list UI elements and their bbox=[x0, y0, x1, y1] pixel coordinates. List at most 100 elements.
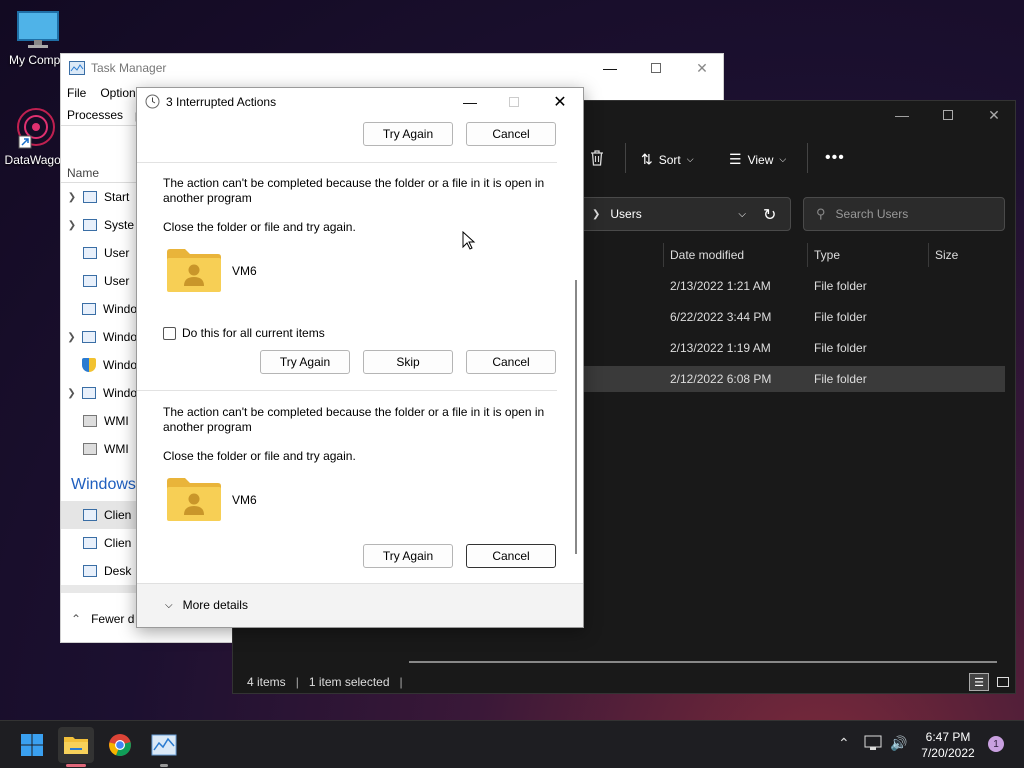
process-row[interactable]: Clien bbox=[61, 501, 137, 529]
scrollbar-thumb[interactable] bbox=[575, 280, 577, 554]
user-folder-icon bbox=[167, 249, 221, 292]
more-options-icon[interactable]: ••• bbox=[825, 149, 845, 167]
address-bar[interactable]: ) ❯ Users ⌵ bbox=[573, 197, 791, 231]
process-row[interactable]: ❯ Windo bbox=[61, 379, 137, 407]
process-row[interactable]: ❯ Windo bbox=[61, 323, 137, 351]
process-name: Windo bbox=[102, 302, 137, 316]
menu-options[interactable]: Option bbox=[100, 86, 135, 100]
chevron-up-icon[interactable]: ⌃ bbox=[838, 735, 850, 752]
process-row[interactable]: Clien bbox=[61, 529, 137, 557]
process-row[interactable]: User bbox=[61, 267, 137, 295]
column-header-size[interactable]: Size bbox=[928, 243, 1006, 267]
maximize-button[interactable] bbox=[925, 101, 971, 129]
file-date: 6/22/2022 3:44 PM bbox=[670, 310, 772, 324]
cancel-button[interactable]: Cancel bbox=[466, 350, 556, 374]
file-type: File folder bbox=[814, 341, 867, 355]
process-row[interactable]: Desk bbox=[61, 557, 137, 585]
cancel-button[interactable]: Cancel bbox=[466, 122, 556, 146]
clock[interactable]: 6:47 PM 7/20/2022 bbox=[916, 729, 980, 761]
minimize-button[interactable]: — bbox=[587, 54, 633, 82]
notification-badge[interactable]: 1 bbox=[988, 736, 1004, 752]
process-row[interactable]: ❯ Syste bbox=[61, 211, 137, 239]
minimize-icon: — bbox=[895, 107, 909, 123]
volume-icon[interactable]: 🔊 bbox=[890, 735, 907, 752]
try-again-button[interactable]: Try Again bbox=[363, 544, 453, 568]
column-header-name[interactable]: Name bbox=[67, 166, 99, 180]
delete-button[interactable] bbox=[589, 149, 605, 170]
close-button[interactable]: ✕ bbox=[679, 54, 725, 82]
process-row[interactable]: WMI bbox=[61, 435, 137, 463]
address-segment-users[interactable]: Users bbox=[610, 207, 641, 221]
chrome-icon bbox=[109, 734, 131, 757]
process-row[interactable]: ❯ Start bbox=[61, 183, 137, 211]
process-row[interactable]: Windo bbox=[61, 351, 137, 379]
file-explorer-taskbar-button[interactable] bbox=[58, 727, 94, 767]
more-details-toggle[interactable]: ⌵ More details bbox=[165, 598, 248, 612]
tab-processes[interactable]: Processes bbox=[67, 108, 123, 122]
minimize-button[interactable]: — bbox=[879, 101, 925, 129]
process-row[interactable]: User bbox=[61, 239, 137, 267]
apply-to-all-checkbox[interactable]: Do this for all current items bbox=[163, 326, 325, 340]
error-message: The action can't be completed because th… bbox=[163, 176, 545, 205]
file-row[interactable]: 2/13/2022 1:19 AM File folder bbox=[577, 335, 1005, 361]
chevron-right-icon: ❯ bbox=[67, 219, 77, 231]
process-icon bbox=[83, 537, 97, 549]
tiles-view-icon[interactable] bbox=[993, 673, 1013, 691]
process-row[interactable]: WMI bbox=[61, 407, 137, 435]
try-again-button[interactable]: Try Again bbox=[260, 350, 350, 374]
datawagon-logo-icon bbox=[17, 108, 55, 149]
selection-count: 1 item selected bbox=[308, 675, 390, 689]
file-type: File folder bbox=[814, 310, 867, 324]
network-icon[interactable] bbox=[864, 735, 882, 754]
maximize-icon bbox=[943, 110, 953, 120]
view-button[interactable]: ☰ View ⌵ bbox=[729, 151, 786, 168]
close-button[interactable]: ✕ bbox=[971, 101, 1017, 129]
interrupted-actions-dialog: 3 Interrupted Actions — ✕ Try Again Canc… bbox=[136, 87, 584, 628]
maximize-button[interactable] bbox=[633, 54, 679, 82]
close-icon: ✕ bbox=[553, 94, 567, 111]
column-header-date-modified[interactable]: Date modified bbox=[663, 243, 809, 267]
close-button[interactable]: ✕ bbox=[537, 88, 583, 116]
horizontal-scrollbar[interactable] bbox=[61, 585, 137, 593]
menu-file[interactable]: File bbox=[67, 86, 86, 100]
toolbar-divider bbox=[625, 143, 626, 173]
cancel-button[interactable]: Cancel bbox=[466, 544, 556, 568]
file-date: 2/13/2022 1:21 AM bbox=[670, 279, 771, 293]
skip-button[interactable]: Skip bbox=[363, 350, 453, 374]
column-header-type[interactable]: Type bbox=[807, 243, 929, 267]
checkbox[interactable] bbox=[163, 326, 176, 340]
minimize-button[interactable]: — bbox=[447, 88, 493, 116]
file-row[interactable]: 2/13/2022 1:21 AM File folder bbox=[577, 273, 1005, 299]
file-row[interactable]: 6/22/2022 3:44 PM File folder bbox=[577, 304, 1005, 330]
chevron-up-icon: ⌃ bbox=[71, 612, 82, 626]
running-indicator bbox=[160, 764, 168, 767]
process-name: Syste bbox=[104, 218, 135, 232]
process-row[interactable]: Windo bbox=[61, 295, 137, 323]
chevron-down-icon[interactable]: ⌵ bbox=[738, 209, 746, 220]
status-bar: 4 items | 1 item selected | bbox=[247, 675, 403, 689]
sort-button[interactable]: ⇅ Sort ⌵ bbox=[641, 151, 694, 168]
clock-date: 7/20/2022 bbox=[921, 746, 975, 760]
refresh-icon[interactable]: ↻ bbox=[763, 205, 776, 225]
process-name: WMI bbox=[104, 414, 129, 428]
process-name: WMI bbox=[104, 442, 129, 456]
clock-time: 6:47 PM bbox=[925, 730, 971, 744]
process-name: Start bbox=[104, 190, 130, 204]
error-message: The action can't be completed because th… bbox=[163, 405, 545, 434]
chevron-right-icon: ❯ bbox=[67, 387, 76, 399]
fewer-details-toggle[interactable]: ⌃ Fewer d bbox=[71, 612, 134, 626]
wmi-icon bbox=[83, 443, 97, 455]
file-row-selected[interactable]: 2/12/2022 6:08 PM File folder bbox=[577, 366, 1005, 392]
search-box[interactable]: ⚲ Search Users bbox=[803, 197, 1005, 231]
try-again-button[interactable]: Try Again bbox=[363, 122, 453, 146]
status-divider: | bbox=[399, 675, 403, 689]
task-manager-taskbar-button[interactable] bbox=[146, 727, 182, 767]
details-view-icon[interactable]: ☰ bbox=[969, 673, 989, 691]
chrome-taskbar-button[interactable] bbox=[102, 727, 138, 763]
start-button[interactable] bbox=[14, 727, 50, 763]
horizontal-scrollbar[interactable] bbox=[409, 661, 997, 663]
monitor-icon bbox=[17, 11, 59, 48]
clock-icon bbox=[145, 94, 160, 109]
vertical-scrollbar[interactable] bbox=[573, 118, 579, 584]
mouse-cursor-icon bbox=[462, 231, 476, 250]
